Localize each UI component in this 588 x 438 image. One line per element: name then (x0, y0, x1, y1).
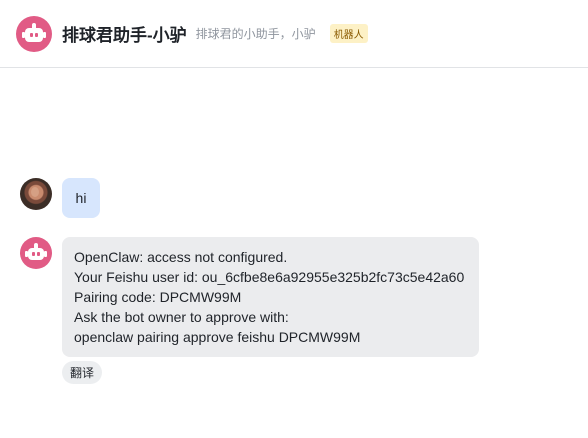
bot-message-line: openclaw pairing approve feishu DPCMW99M (74, 329, 361, 345)
chat-subtitle: 排球君的小助手，小驴 (195, 27, 316, 41)
bot-avatar[interactable] (16, 15, 52, 52)
bot-avatar[interactable] (20, 237, 52, 269)
bot-message-line: Your Feishu user id: ou_6cfbe8e6a92955e3… (74, 269, 465, 285)
bot-message-line: Pairing code: DPCMW99M (74, 289, 242, 305)
bot-message-bubble[interactable]: OpenClaw: access not configured. Your Fe… (62, 237, 479, 357)
user-avatar[interactable] (20, 178, 52, 210)
chat-title[interactable]: 排球君助手-小驴 (62, 21, 187, 46)
bot-message-line: OpenClaw: access not configured. (74, 249, 288, 265)
message-row-user: hi (20, 178, 100, 218)
translate-button[interactable]: 翻译 (62, 361, 103, 384)
user-message-bubble[interactable]: hi (62, 178, 100, 218)
message-row-bot: OpenClaw: access not configured. Your Fe… (20, 237, 479, 357)
chat-header: 排球君助手-小驴 排球君的小助手，小驴 机器人 (0, 0, 588, 68)
user-message-text: hi (75, 190, 87, 206)
bot-message-line: Ask the bot owner to approve with: (74, 309, 289, 325)
bot-badge: 机器人 (329, 24, 368, 43)
